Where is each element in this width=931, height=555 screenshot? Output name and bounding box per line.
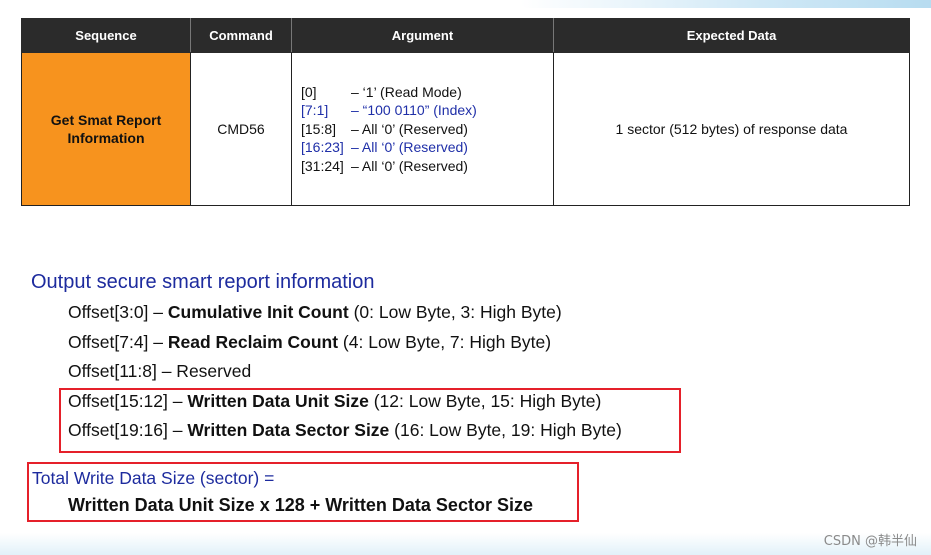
argument-bits: [7:1]	[301, 102, 329, 119]
argument-desc: – All ‘0’ (Reserved)	[351, 139, 468, 156]
top-decor-band	[520, 0, 931, 8]
offset-prefix: Offset[11:8] – Reserved	[68, 361, 252, 381]
argument-line: [16:23] – All ‘0’ (Reserved)	[301, 138, 553, 157]
offset-prefix: Offset[3:0] –	[68, 302, 168, 322]
argument-line: [7:1] – “100 0110” (Index)	[301, 101, 553, 120]
sequence-line-1: Get Smat Report	[50, 112, 162, 128]
bottom-decor-band	[0, 533, 931, 555]
header-sequence: Sequence	[21, 18, 191, 53]
offset-line: Offset[7:4] – Read Reclaim Count (4: Low…	[68, 332, 551, 353]
table-row: Get Smat Report Information CMD56 [0] – …	[21, 52, 910, 206]
offset-detail: (12: Low Byte, 15: High Byte)	[368, 391, 602, 411]
sequence-cell: Get Smat Report Information	[21, 52, 191, 206]
offset-prefix: Offset[7:4] –	[68, 332, 168, 352]
offset-field-name: Written Data Sector Size	[187, 420, 390, 440]
command-spec-table: Sequence Command Argument Expected Data …	[21, 18, 910, 206]
table-header-row: Sequence Command Argument Expected Data	[21, 18, 910, 53]
argument-line: [0] – ‘1’ (Read Mode)	[301, 83, 553, 102]
offset-line: Offset[11:8] – Reserved	[68, 361, 251, 382]
argument-desc: – All ‘0’ (Reserved)	[351, 120, 468, 137]
header-command: Command	[190, 18, 292, 53]
total-write-size-formula: Written Data Unit Size x 128 + Written D…	[68, 495, 533, 515]
argument-desc: – “100 0110” (Index)	[351, 102, 477, 119]
expected-data-cell: 1 sector (512 bytes) of response data	[553, 52, 910, 206]
offset-line: Offset[3:0] – Cumulative Init Count (0: …	[68, 302, 562, 323]
offset-line: Offset[15:12] – Written Data Unit Size (…	[68, 391, 601, 412]
argument-bits: [31:24]	[301, 157, 344, 174]
watermark: CSDN @韩半仙	[823, 534, 917, 549]
offset-prefix: Offset[15:12] –	[68, 391, 188, 411]
argument-desc: – All ‘0’ (Reserved)	[351, 157, 468, 174]
header-expected-data: Expected Data	[553, 18, 910, 53]
section-heading: Output secure smart report information	[31, 271, 375, 293]
offset-line: Offset[19:16] – Written Data Sector Size…	[68, 420, 622, 441]
offset-detail: (4: Low Byte, 7: High Byte)	[338, 332, 552, 352]
offset-detail: (0: Low Byte, 3: High Byte)	[348, 302, 562, 322]
argument-desc: – ‘1’ (Read Mode)	[351, 83, 462, 100]
total-write-size-label: Total Write Data Size (sector) =	[32, 468, 275, 488]
argument-cell: [0] – ‘1’ (Read Mode) [7:1] – “100 0110”…	[291, 52, 554, 206]
offset-field-name: Cumulative Init Count	[167, 302, 349, 322]
argument-bits: [16:23]	[301, 139, 344, 156]
argument-bits: [15:8]	[301, 120, 337, 137]
argument-line: [31:24] – All ‘0’ (Reserved)	[301, 157, 553, 176]
argument-bits: [0]	[301, 83, 317, 100]
argument-line: [15:8] – All ‘0’ (Reserved)	[301, 120, 553, 139]
sequence-line-2: Information	[67, 130, 145, 146]
header-argument: Argument	[291, 18, 554, 53]
command-cell: CMD56	[190, 52, 292, 206]
offset-field-name: Written Data Unit Size	[187, 391, 369, 411]
offset-field-name: Read Reclaim Count	[167, 332, 339, 352]
offset-detail: (16: Low Byte, 19: High Byte)	[389, 420, 622, 440]
offset-prefix: Offset[19:16] –	[68, 420, 188, 440]
